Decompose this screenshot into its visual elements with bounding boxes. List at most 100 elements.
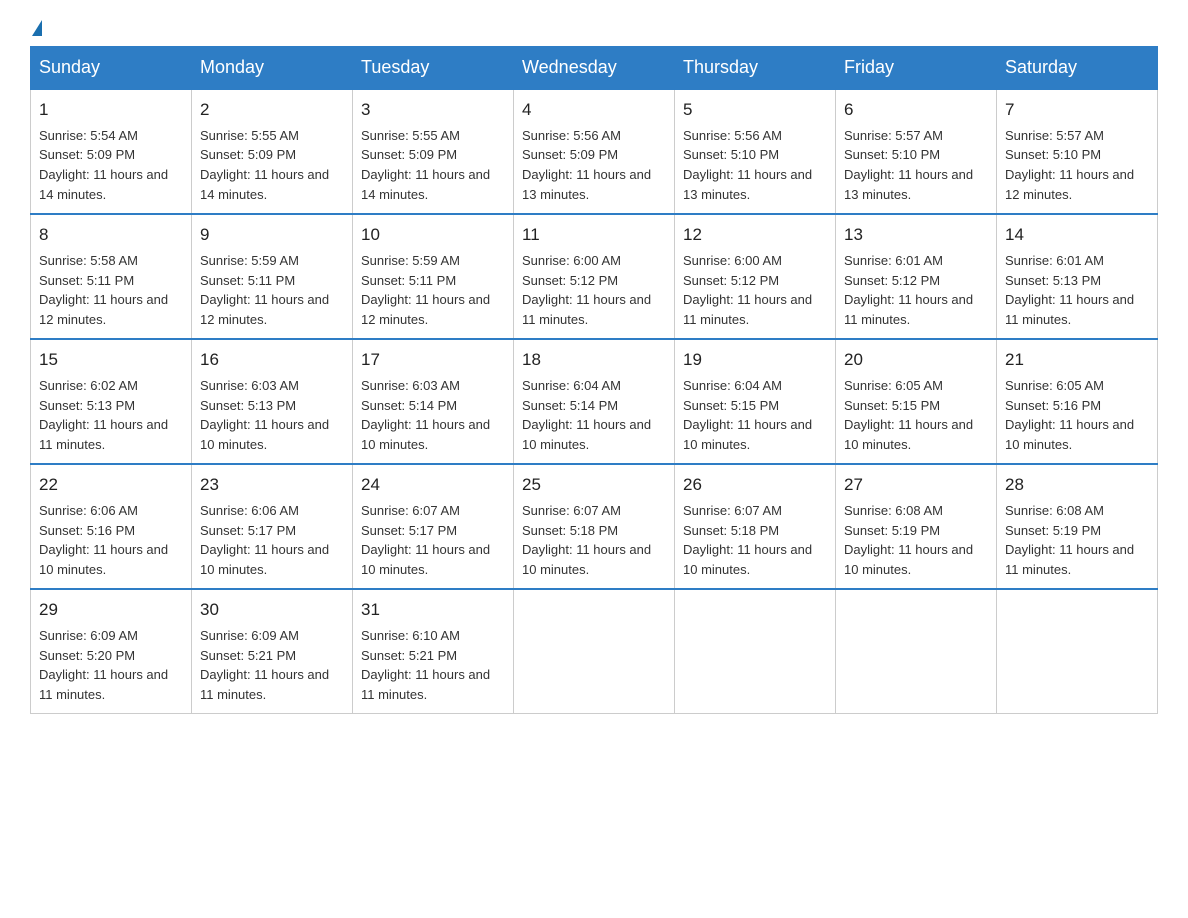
day-number: 22 [39, 473, 183, 498]
day-info: Sunrise: 6:01 AMSunset: 5:12 PMDaylight:… [844, 253, 973, 328]
day-info: Sunrise: 5:58 AMSunset: 5:11 PMDaylight:… [39, 253, 168, 328]
calendar-week-row: 22 Sunrise: 6:06 AMSunset: 5:16 PMDaylig… [31, 464, 1158, 589]
day-info: Sunrise: 5:56 AMSunset: 5:10 PMDaylight:… [683, 128, 812, 203]
calendar-table: SundayMondayTuesdayWednesdayThursdayFrid… [30, 46, 1158, 714]
day-number: 7 [1005, 98, 1149, 123]
day-number: 17 [361, 348, 505, 373]
calendar-day-cell: 26 Sunrise: 6:07 AMSunset: 5:18 PMDaylig… [675, 464, 836, 589]
day-info: Sunrise: 5:54 AMSunset: 5:09 PMDaylight:… [39, 128, 168, 203]
calendar-day-cell: 3 Sunrise: 5:55 AMSunset: 5:09 PMDayligh… [353, 89, 514, 214]
calendar-day-cell: 19 Sunrise: 6:04 AMSunset: 5:15 PMDaylig… [675, 339, 836, 464]
day-info: Sunrise: 6:00 AMSunset: 5:12 PMDaylight:… [683, 253, 812, 328]
day-number: 19 [683, 348, 827, 373]
day-info: Sunrise: 5:55 AMSunset: 5:09 PMDaylight:… [200, 128, 329, 203]
day-number: 30 [200, 598, 344, 623]
day-number: 8 [39, 223, 183, 248]
day-info: Sunrise: 6:05 AMSunset: 5:16 PMDaylight:… [1005, 378, 1134, 453]
day-number: 26 [683, 473, 827, 498]
day-info: Sunrise: 6:09 AMSunset: 5:20 PMDaylight:… [39, 628, 168, 703]
day-number: 29 [39, 598, 183, 623]
day-info: Sunrise: 6:06 AMSunset: 5:16 PMDaylight:… [39, 503, 168, 578]
day-info: Sunrise: 6:07 AMSunset: 5:17 PMDaylight:… [361, 503, 490, 578]
day-info: Sunrise: 6:08 AMSunset: 5:19 PMDaylight:… [844, 503, 973, 578]
calendar-week-row: 15 Sunrise: 6:02 AMSunset: 5:13 PMDaylig… [31, 339, 1158, 464]
day-number: 11 [522, 223, 666, 248]
header-tuesday: Tuesday [353, 47, 514, 90]
calendar-day-cell: 25 Sunrise: 6:07 AMSunset: 5:18 PMDaylig… [514, 464, 675, 589]
day-info: Sunrise: 5:57 AMSunset: 5:10 PMDaylight:… [844, 128, 973, 203]
calendar-day-cell: 12 Sunrise: 6:00 AMSunset: 5:12 PMDaylig… [675, 214, 836, 339]
day-info: Sunrise: 5:55 AMSunset: 5:09 PMDaylight:… [361, 128, 490, 203]
calendar-day-cell: 11 Sunrise: 6:00 AMSunset: 5:12 PMDaylig… [514, 214, 675, 339]
day-info: Sunrise: 6:03 AMSunset: 5:14 PMDaylight:… [361, 378, 490, 453]
day-number: 10 [361, 223, 505, 248]
day-info: Sunrise: 5:56 AMSunset: 5:09 PMDaylight:… [522, 128, 651, 203]
day-info: Sunrise: 6:04 AMSunset: 5:14 PMDaylight:… [522, 378, 651, 453]
day-info: Sunrise: 6:03 AMSunset: 5:13 PMDaylight:… [200, 378, 329, 453]
day-info: Sunrise: 6:08 AMSunset: 5:19 PMDaylight:… [1005, 503, 1134, 578]
calendar-day-cell: 6 Sunrise: 5:57 AMSunset: 5:10 PMDayligh… [836, 89, 997, 214]
calendar-day-cell: 21 Sunrise: 6:05 AMSunset: 5:16 PMDaylig… [997, 339, 1158, 464]
day-number: 14 [1005, 223, 1149, 248]
day-number: 16 [200, 348, 344, 373]
calendar-day-cell: 18 Sunrise: 6:04 AMSunset: 5:14 PMDaylig… [514, 339, 675, 464]
day-number: 3 [361, 98, 505, 123]
day-number: 31 [361, 598, 505, 623]
calendar-day-cell [675, 589, 836, 714]
day-number: 15 [39, 348, 183, 373]
calendar-day-cell: 2 Sunrise: 5:55 AMSunset: 5:09 PMDayligh… [192, 89, 353, 214]
calendar-day-cell: 5 Sunrise: 5:56 AMSunset: 5:10 PMDayligh… [675, 89, 836, 214]
calendar-day-cell: 13 Sunrise: 6:01 AMSunset: 5:12 PMDaylig… [836, 214, 997, 339]
day-number: 4 [522, 98, 666, 123]
calendar-day-cell: 22 Sunrise: 6:06 AMSunset: 5:16 PMDaylig… [31, 464, 192, 589]
day-number: 5 [683, 98, 827, 123]
calendar-day-cell: 15 Sunrise: 6:02 AMSunset: 5:13 PMDaylig… [31, 339, 192, 464]
day-info: Sunrise: 6:07 AMSunset: 5:18 PMDaylight:… [522, 503, 651, 578]
header-wednesday: Wednesday [514, 47, 675, 90]
calendar-day-cell: 23 Sunrise: 6:06 AMSunset: 5:17 PMDaylig… [192, 464, 353, 589]
day-number: 1 [39, 98, 183, 123]
calendar-week-row: 8 Sunrise: 5:58 AMSunset: 5:11 PMDayligh… [31, 214, 1158, 339]
calendar-day-cell: 10 Sunrise: 5:59 AMSunset: 5:11 PMDaylig… [353, 214, 514, 339]
calendar-day-cell [836, 589, 997, 714]
header-sunday: Sunday [31, 47, 192, 90]
calendar-week-row: 1 Sunrise: 5:54 AMSunset: 5:09 PMDayligh… [31, 89, 1158, 214]
header-friday: Friday [836, 47, 997, 90]
day-info: Sunrise: 6:05 AMSunset: 5:15 PMDaylight:… [844, 378, 973, 453]
day-info: Sunrise: 6:01 AMSunset: 5:13 PMDaylight:… [1005, 253, 1134, 328]
day-number: 6 [844, 98, 988, 123]
calendar-day-cell: 16 Sunrise: 6:03 AMSunset: 5:13 PMDaylig… [192, 339, 353, 464]
header-saturday: Saturday [997, 47, 1158, 90]
calendar-day-cell: 27 Sunrise: 6:08 AMSunset: 5:19 PMDaylig… [836, 464, 997, 589]
calendar-day-cell: 9 Sunrise: 5:59 AMSunset: 5:11 PMDayligh… [192, 214, 353, 339]
day-info: Sunrise: 6:10 AMSunset: 5:21 PMDaylight:… [361, 628, 490, 703]
day-number: 12 [683, 223, 827, 248]
day-info: Sunrise: 6:00 AMSunset: 5:12 PMDaylight:… [522, 253, 651, 328]
day-number: 25 [522, 473, 666, 498]
day-number: 21 [1005, 348, 1149, 373]
calendar-day-cell [514, 589, 675, 714]
day-number: 20 [844, 348, 988, 373]
day-info: Sunrise: 5:59 AMSunset: 5:11 PMDaylight:… [200, 253, 329, 328]
day-number: 13 [844, 223, 988, 248]
page-header [30, 20, 1158, 36]
calendar-day-cell: 30 Sunrise: 6:09 AMSunset: 5:21 PMDaylig… [192, 589, 353, 714]
day-info: Sunrise: 5:57 AMSunset: 5:10 PMDaylight:… [1005, 128, 1134, 203]
day-number: 24 [361, 473, 505, 498]
day-info: Sunrise: 6:02 AMSunset: 5:13 PMDaylight:… [39, 378, 168, 453]
day-number: 2 [200, 98, 344, 123]
calendar-day-cell: 28 Sunrise: 6:08 AMSunset: 5:19 PMDaylig… [997, 464, 1158, 589]
day-number: 9 [200, 223, 344, 248]
day-info: Sunrise: 6:09 AMSunset: 5:21 PMDaylight:… [200, 628, 329, 703]
day-info: Sunrise: 5:59 AMSunset: 5:11 PMDaylight:… [361, 253, 490, 328]
calendar-day-cell: 17 Sunrise: 6:03 AMSunset: 5:14 PMDaylig… [353, 339, 514, 464]
day-info: Sunrise: 6:07 AMSunset: 5:18 PMDaylight:… [683, 503, 812, 578]
day-number: 27 [844, 473, 988, 498]
calendar-day-cell: 20 Sunrise: 6:05 AMSunset: 5:15 PMDaylig… [836, 339, 997, 464]
calendar-day-cell: 14 Sunrise: 6:01 AMSunset: 5:13 PMDaylig… [997, 214, 1158, 339]
header-monday: Monday [192, 47, 353, 90]
calendar-day-cell: 31 Sunrise: 6:10 AMSunset: 5:21 PMDaylig… [353, 589, 514, 714]
calendar-day-cell: 1 Sunrise: 5:54 AMSunset: 5:09 PMDayligh… [31, 89, 192, 214]
calendar-day-cell: 8 Sunrise: 5:58 AMSunset: 5:11 PMDayligh… [31, 214, 192, 339]
day-number: 18 [522, 348, 666, 373]
